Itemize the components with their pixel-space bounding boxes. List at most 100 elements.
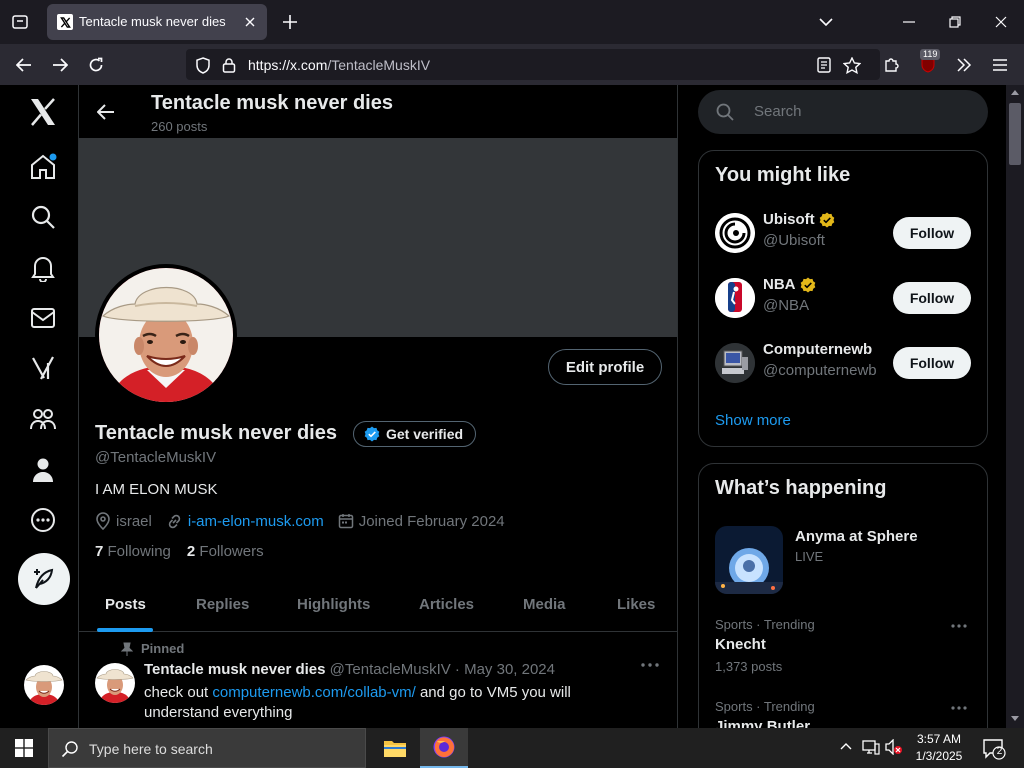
tab-replies[interactable]: Replies xyxy=(196,596,249,613)
forward-arrow-icon[interactable] xyxy=(47,52,73,78)
reader-view-icon[interactable] xyxy=(815,56,833,74)
get-verified-button[interactable]: Get verified xyxy=(353,421,477,447)
tab-posts[interactable]: Posts xyxy=(105,596,146,613)
trend-more-icon[interactable] xyxy=(951,624,967,628)
nba-avatar xyxy=(715,278,755,318)
profile-bio: I AM ELON MUSK xyxy=(95,481,218,498)
search-icon xyxy=(61,741,78,758)
firefox-taskbar-icon[interactable] xyxy=(420,728,468,768)
follow-nba-button[interactable]: Follow xyxy=(893,282,971,314)
grok-icon[interactable] xyxy=(27,352,59,384)
bookmark-star-icon[interactable] xyxy=(843,56,861,74)
more-tools-chevron-icon[interactable] xyxy=(951,52,977,78)
notification-center-icon[interactable]: 2 xyxy=(982,738,1006,760)
x-logo-icon[interactable] xyxy=(27,96,59,128)
lock-icon[interactable] xyxy=(220,56,238,74)
live-event-thumbnail[interactable] xyxy=(715,526,783,594)
search-input[interactable]: Search xyxy=(698,90,988,134)
trend-name[interactable]: Knecht xyxy=(715,636,766,653)
gold-verified-badge-icon xyxy=(800,277,815,292)
profile-tabs: Posts Replies Highlights Articles Media … xyxy=(79,582,677,632)
follow-ubisoft-button[interactable]: Follow xyxy=(893,217,971,249)
tab-title: Tentacle musk never dies (@TentacleMuskI… xyxy=(79,14,229,29)
suggestion-computernewb[interactable]: Computernewb @computernewb Follow xyxy=(715,341,973,385)
network-icon[interactable] xyxy=(862,739,880,755)
suggestion-ubisoft[interactable]: Ubisoft @Ubisoft Follow xyxy=(715,211,973,255)
scrollbar-thumb[interactable] xyxy=(1009,103,1021,165)
home-icon[interactable] xyxy=(27,151,59,183)
feather-plus-icon xyxy=(34,568,54,589)
tracking-protection-shield-icon[interactable] xyxy=(194,56,212,74)
reload-icon[interactable] xyxy=(83,52,109,78)
tab-likes[interactable]: Likes xyxy=(617,596,655,613)
trend-more-icon[interactable] xyxy=(951,706,967,710)
suggestion-name: Ubisoft xyxy=(763,211,815,228)
x-app: Tentacle musk never dies 260 posts Edit … xyxy=(0,85,1024,728)
follow-stats: 7 Following 2 Followers xyxy=(95,543,264,560)
restore-window-icon[interactable] xyxy=(943,10,967,34)
tweet-more-icon[interactable] xyxy=(641,663,659,667)
page-scrollbar[interactable] xyxy=(1006,85,1024,728)
windows-taskbar: Type here to search 3:57 AM 1/3/2025 2 xyxy=(0,728,1024,768)
account-avatar[interactable] xyxy=(24,665,64,705)
address-bar[interactable]: https://x.com/TentacleMuskIV xyxy=(186,49,880,80)
profile-avatar[interactable] xyxy=(95,264,237,406)
tab-overflow-chevron-icon[interactable] xyxy=(814,10,838,34)
back-arrow-icon[interactable] xyxy=(11,52,37,78)
followers-link[interactable]: 2 Followers xyxy=(187,543,264,560)
following-link[interactable]: 7 Following xyxy=(95,543,171,560)
taskbar-search-input[interactable]: Type here to search xyxy=(48,728,366,768)
tweet-author-avatar[interactable] xyxy=(95,663,135,703)
browser-tab-active[interactable]: Tentacle musk never dies (@TentacleMuskI… xyxy=(47,4,267,40)
live-event-title[interactable]: Anyma at Sphere xyxy=(795,528,918,545)
new-tab-icon[interactable] xyxy=(279,11,301,33)
tab-articles[interactable]: Articles xyxy=(419,596,474,613)
tab-highlights[interactable]: Highlights xyxy=(297,596,370,613)
show-hidden-icons-chevron-icon[interactable] xyxy=(839,739,853,753)
computernewb-avatar xyxy=(715,343,755,383)
show-more-link[interactable]: Show more xyxy=(715,412,791,429)
scroll-up-arrow-icon[interactable] xyxy=(1011,89,1019,95)
suggestion-nba[interactable]: NBA @NBA Follow xyxy=(715,276,973,320)
compose-post-button[interactable] xyxy=(18,553,70,605)
scroll-down-arrow-icon[interactable] xyxy=(1011,716,1019,722)
profile-person-icon[interactable] xyxy=(27,454,59,486)
you-might-like-title: You might like xyxy=(715,164,851,186)
right-sidebar: Search You might like Ubisoft @Ubisoft F… xyxy=(678,85,1024,728)
notification-count: 2 xyxy=(996,746,1003,757)
notifications-bell-icon[interactable] xyxy=(27,252,59,284)
follow-computernewb-button[interactable]: Follow xyxy=(893,347,971,379)
messages-envelope-icon[interactable] xyxy=(27,302,59,334)
explore-search-icon[interactable] xyxy=(27,201,59,233)
file-explorer-icon[interactable] xyxy=(371,728,419,768)
close-tab-icon[interactable] xyxy=(241,13,259,31)
close-window-icon[interactable] xyxy=(989,10,1013,34)
extensions-puzzle-icon[interactable] xyxy=(879,52,905,78)
edit-profile-button[interactable]: Edit profile xyxy=(548,349,662,385)
tweet-author-name[interactable]: Tentacle musk never dies xyxy=(144,661,325,678)
location-pin-icon xyxy=(96,512,110,530)
profile-website-link[interactable]: i-am-elon-musk.com xyxy=(188,513,324,530)
pinned-tweet[interactable]: Pinned Tentacle musk never dies @Tentacl… xyxy=(79,633,677,728)
volume-muted-icon[interactable] xyxy=(885,739,903,755)
header-profile-name: Tentacle musk never dies xyxy=(151,92,393,114)
tab-media[interactable]: Media xyxy=(523,596,566,613)
profile-website: i-am-elon-musk.com xyxy=(166,513,324,530)
communities-icon[interactable] xyxy=(27,403,59,435)
tweet-link[interactable]: computernewb.com/collab-vm/ xyxy=(212,684,415,701)
trend-context: Sports · Trending xyxy=(715,699,815,714)
system-clock[interactable]: 3:57 AM 1/3/2025 xyxy=(906,731,972,765)
more-circle-icon[interactable] xyxy=(27,504,59,536)
hamburger-menu-icon[interactable] xyxy=(987,52,1013,78)
live-status: LIVE xyxy=(795,549,824,564)
calendar-icon xyxy=(338,514,353,529)
list-all-tabs-icon[interactable] xyxy=(8,10,32,34)
suggestion-handle: @Ubisoft xyxy=(763,232,825,249)
get-verified-label: Get verified xyxy=(386,426,464,442)
start-button[interactable] xyxy=(0,728,48,768)
back-arrow-icon[interactable] xyxy=(93,99,119,125)
minimize-window-icon[interactable] xyxy=(897,10,921,34)
profile-meta: israel i-am-elon-musk.com Joined Februar… xyxy=(95,512,519,530)
suggestion-handle: @computernewb xyxy=(763,362,877,379)
trend-name[interactable]: Jimmy Butler xyxy=(715,718,810,728)
